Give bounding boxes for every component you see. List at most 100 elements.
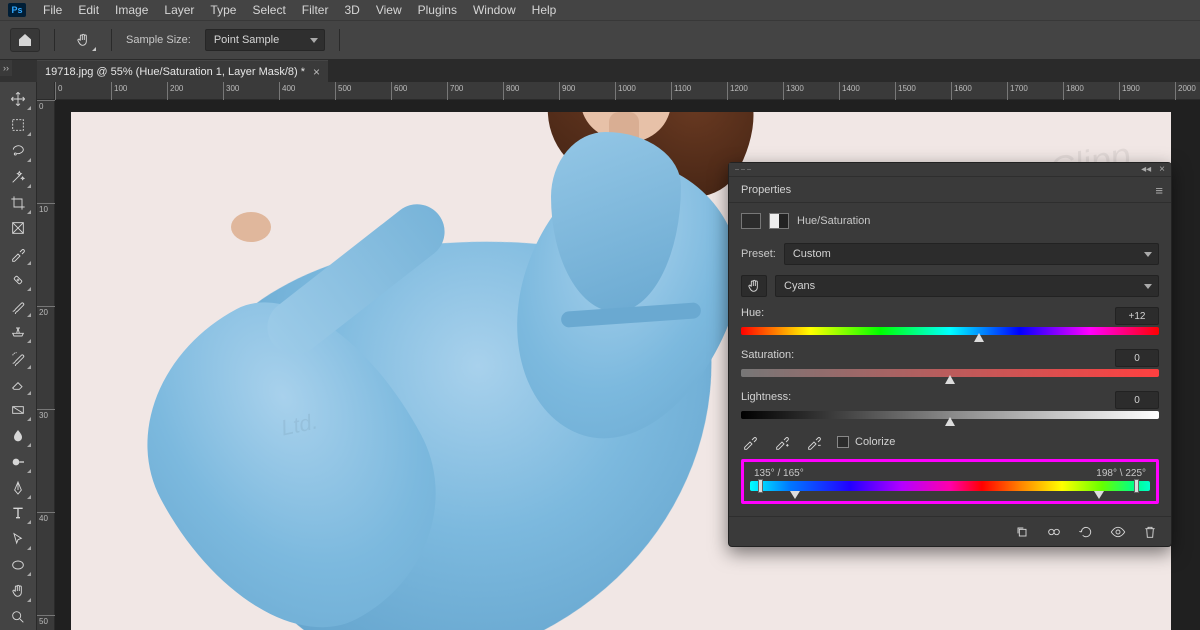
sample-size-label: Sample Size: (126, 34, 191, 46)
hue-track[interactable] (741, 327, 1159, 335)
tool-brush[interactable] (3, 293, 33, 319)
tool-eraser[interactable] (3, 371, 33, 397)
close-icon[interactable]: × (1159, 164, 1165, 175)
adjustment-type-row: Hue/Saturation (741, 213, 1159, 229)
tool-move[interactable] (3, 86, 33, 112)
layer-mask-icon[interactable] (769, 213, 789, 229)
home-icon (17, 32, 33, 48)
lightness-thumb[interactable] (945, 417, 955, 426)
panel-body: Hue/Saturation Preset: Custom Cyans Hue:… (729, 203, 1171, 516)
panel-menu-icon[interactable]: ≡ (1147, 179, 1171, 202)
menu-help[interactable]: Help (525, 1, 564, 19)
range-marker[interactable] (1134, 479, 1139, 493)
menu-window[interactable]: Window (466, 1, 523, 19)
saturation-track[interactable] (741, 369, 1159, 377)
menu-file[interactable]: File (36, 1, 69, 19)
menu-filter[interactable]: Filter (295, 1, 336, 19)
tool-zoom[interactable] (3, 604, 33, 630)
saturation-thumb[interactable] (945, 375, 955, 384)
ruler-vertical[interactable]: 01020304050 (37, 100, 55, 630)
home-button[interactable] (10, 28, 40, 52)
channel-select[interactable]: Cyans (775, 275, 1159, 297)
tool-crop[interactable] (3, 190, 33, 216)
hue-slider: Hue: +12 (741, 307, 1159, 335)
tool-gradient[interactable] (3, 397, 33, 423)
canvas-figure (161, 112, 781, 630)
eyedropper-subtract[interactable] (805, 433, 823, 451)
tool-dodge[interactable] (3, 449, 33, 475)
tool-pen[interactable] (3, 475, 33, 501)
delete-icon[interactable] (1141, 523, 1159, 541)
tool-blur[interactable] (3, 423, 33, 449)
tool-history-brush[interactable] (3, 345, 33, 371)
tool-type[interactable] (3, 501, 33, 527)
preset-select[interactable]: Custom (784, 243, 1159, 265)
panel-chrome[interactable]: ◂◂ × (729, 163, 1171, 177)
range-marker[interactable] (790, 491, 800, 499)
tool-marquee[interactable] (3, 112, 33, 138)
current-tool-icon[interactable] (69, 28, 97, 52)
tool-shape[interactable] (3, 552, 33, 578)
sample-size-select[interactable]: Point Sample (205, 29, 325, 51)
tool-lasso[interactable] (3, 138, 33, 164)
tool-hand[interactable] (3, 578, 33, 604)
range-marker[interactable] (758, 479, 763, 493)
menu-type[interactable]: Type (203, 1, 243, 19)
channel-value: Cyans (784, 280, 815, 292)
menu-plugins[interactable]: Plugins (411, 1, 464, 19)
eyedropper-add[interactable] (773, 433, 791, 451)
tool-magic-wand[interactable] (3, 164, 33, 190)
lightness-track[interactable] (741, 411, 1159, 419)
panel-footer (729, 516, 1171, 546)
tool-path-select[interactable] (3, 526, 33, 552)
menu-edit[interactable]: Edit (71, 1, 106, 19)
lightness-label: Lightness: (741, 391, 791, 409)
ruler-origin[interactable] (37, 82, 55, 100)
visibility-icon[interactable] (1109, 523, 1127, 541)
expand-panels-handle[interactable]: ›› (0, 60, 12, 76)
preset-value: Custom (793, 248, 831, 260)
hue-label: Hue: (741, 307, 764, 325)
view-previous-icon[interactable] (1045, 523, 1063, 541)
lightness-value[interactable]: 0 (1115, 391, 1159, 409)
preset-label: Preset: (741, 248, 776, 260)
options-bar: Sample Size: Point Sample (0, 20, 1200, 60)
tool-frame[interactable] (3, 216, 33, 242)
tool-clone-stamp[interactable] (3, 319, 33, 345)
menu-layer[interactable]: Layer (157, 1, 201, 19)
panel-tabs: Properties ≡ (729, 177, 1171, 203)
menu-view[interactable]: View (369, 1, 409, 19)
menubar: Ps File Edit Image Layer Type Select Fil… (0, 0, 1200, 20)
preset-row: Preset: Custom (741, 243, 1159, 265)
tab-properties[interactable]: Properties (729, 179, 803, 202)
range-right: 198° \ 225° (1096, 468, 1146, 479)
app-root: Ps File Edit Image Layer Type Select Fil… (0, 0, 1200, 630)
divider (54, 29, 55, 51)
hand-icon (746, 278, 762, 294)
ruler-horizontal[interactable]: 0100200300400500600700800900100011001200… (55, 82, 1200, 100)
tool-eyedropper[interactable] (3, 241, 33, 267)
clip-to-layer-icon[interactable] (1013, 523, 1031, 541)
saturation-value[interactable]: 0 (1115, 349, 1159, 367)
menu-image[interactable]: Image (108, 1, 155, 19)
document-tab[interactable]: 19718.jpg @ 55% (Hue/Saturation 1, Layer… (37, 60, 328, 82)
reset-icon[interactable] (1077, 523, 1095, 541)
collapse-icon[interactable]: ◂◂ (1141, 164, 1151, 175)
range-marker[interactable] (1094, 491, 1104, 499)
colorize-label: Colorize (855, 436, 895, 448)
close-icon[interactable]: × (313, 65, 320, 79)
hue-value[interactable]: +12 (1115, 307, 1159, 325)
hue-thumb[interactable] (974, 333, 984, 342)
colorize-checkbox[interactable]: Colorize (837, 436, 895, 448)
menu-3d[interactable]: 3D (337, 1, 366, 19)
range-spectrum[interactable] (750, 481, 1150, 493)
targeted-adjust-tool[interactable] (741, 275, 767, 297)
properties-panel[interactable]: ◂◂ × Properties ≡ Hue/Saturation Preset:… (728, 162, 1172, 547)
tool-healing[interactable] (3, 267, 33, 293)
adjustment-icon[interactable] (741, 213, 761, 229)
sample-size-value: Point Sample (214, 34, 279, 46)
eyedropper-set[interactable] (741, 433, 759, 451)
menu-select[interactable]: Select (245, 1, 292, 19)
document-tab-title: 19718.jpg @ 55% (Hue/Saturation 1, Layer… (45, 66, 305, 78)
lightness-slider: Lightness: 0 (741, 391, 1159, 419)
